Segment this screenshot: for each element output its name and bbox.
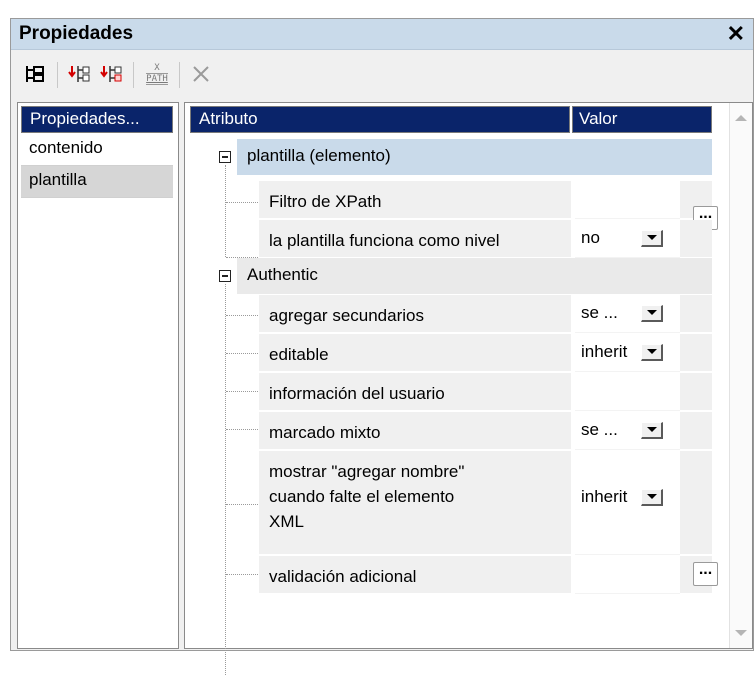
close-icon[interactable]: ✕ <box>727 21 745 47</box>
property-row-trail <box>680 451 712 555</box>
tree-line <box>226 391 258 392</box>
tree-line <box>226 574 258 575</box>
tree-line <box>226 504 258 505</box>
property-value[interactable]: inherit <box>575 451 680 555</box>
dropdown-button[interactable] <box>641 344 663 361</box>
scroll-down-icon[interactable] <box>735 630 747 636</box>
property-value[interactable]: inherit <box>575 334 680 372</box>
title-bar: Propiedades ✕ <box>11 19 753 50</box>
toolbar-separator <box>57 62 58 88</box>
property-row[interactable]: mostrar "agregar nombre" cuando falte el… <box>259 451 571 555</box>
value-column-header[interactable]: Valor <box>572 106 712 133</box>
property-value[interactable] <box>575 181 680 219</box>
tree-line <box>225 284 226 675</box>
group-label: Authentic <box>247 265 318 284</box>
dropdown-button[interactable] <box>641 230 663 247</box>
tree-line <box>226 429 258 430</box>
tree-line <box>226 202 258 203</box>
collapse-icon[interactable] <box>219 270 231 282</box>
property-value[interactable] <box>575 373 680 411</box>
dropdown-button[interactable] <box>641 489 663 506</box>
property-group-header: Propiedades... <box>21 106 173 133</box>
property-row[interactable]: editable <box>259 334 571 372</box>
group-row-plantilla[interactable]: plantilla (elemento) <box>237 139 712 175</box>
insert-child-icon[interactable] <box>65 60 93 88</box>
property-grid: Atributo Valor plantilla (elemento) Filt… <box>184 102 753 675</box>
property-value[interactable]: se ... <box>575 295 680 333</box>
toolbar-separator <box>179 62 180 88</box>
ellipsis-button[interactable]: ... <box>693 562 718 586</box>
tree-line <box>226 315 258 316</box>
properties-window: Propiedades ✕ X PATH Propiedades... cont… <box>10 18 754 675</box>
property-row[interactable]: Filtro de XPath <box>259 181 571 219</box>
property-row[interactable]: información del usuario <box>259 373 571 411</box>
property-value[interactable]: no <box>575 220 680 258</box>
collapse-icon[interactable] <box>219 151 231 163</box>
property-row-trail <box>680 220 712 258</box>
property-row[interactable]: marcado mixto <box>259 412 571 450</box>
property-row-trail <box>680 295 712 333</box>
dropdown-button[interactable] <box>641 422 663 439</box>
vertical-scrollbar[interactable] <box>729 103 752 648</box>
scroll-up-icon[interactable] <box>735 115 747 121</box>
toolbar: X PATH <box>11 50 753 100</box>
group-row-authentic[interactable]: Authentic <box>237 258 712 294</box>
attribute-column-header[interactable]: Atributo <box>190 106 570 133</box>
property-row[interactable]: la plantilla funciona como nivel <box>259 220 571 258</box>
property-row-trail <box>680 334 712 372</box>
property-row[interactable]: agregar secundarios <box>259 295 571 333</box>
tree-layout-icon[interactable] <box>21 60 49 88</box>
property-row-trail <box>680 412 712 450</box>
tree-line <box>226 353 258 354</box>
property-group-list: Propiedades... contenido plantilla <box>17 102 179 649</box>
list-item[interactable]: plantilla <box>21 166 173 198</box>
property-value[interactable] <box>575 556 680 594</box>
xpath-icon[interactable]: X PATH <box>141 60 173 88</box>
property-row-trail <box>680 373 712 411</box>
property-row[interactable]: validación adicional <box>259 556 571 594</box>
dropdown-button[interactable] <box>641 305 663 322</box>
toolbar-separator <box>133 62 134 88</box>
group-label: plantilla (elemento) <box>247 146 391 165</box>
tree-line <box>225 165 226 257</box>
insert-sibling-icon[interactable] <box>97 60 125 88</box>
list-item[interactable]: contenido <box>21 134 173 166</box>
property-value[interactable]: se ... <box>575 412 680 450</box>
delete-icon[interactable] <box>187 60 215 88</box>
window-title: Propiedades <box>19 23 134 44</box>
